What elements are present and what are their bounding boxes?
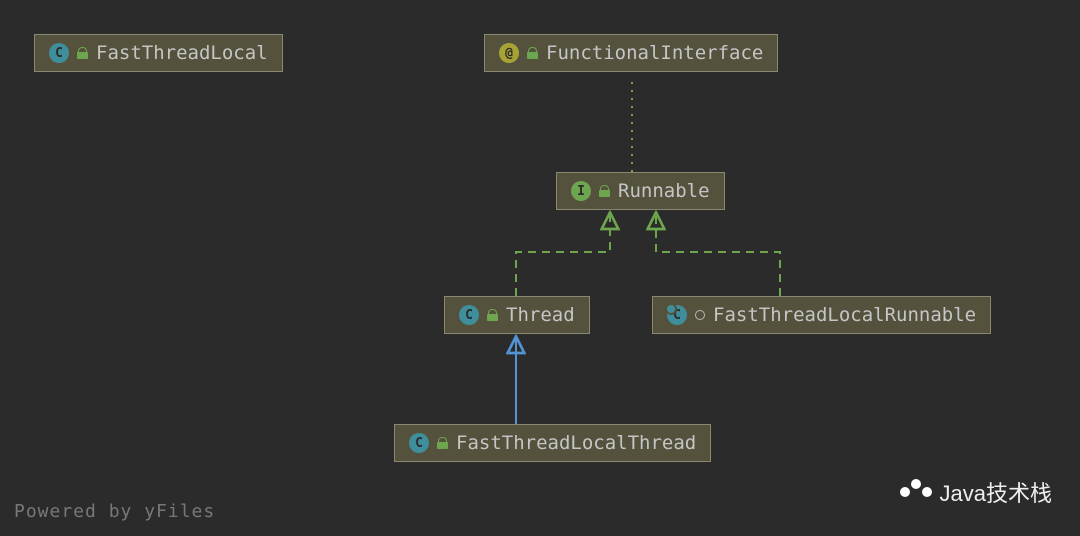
node-label: FastThreadLocalRunnable [713,306,976,325]
node-fastthreadlocalrunnable[interactable]: C FastThreadLocalRunnable [652,296,991,334]
node-fastthreadlocalthread[interactable]: C FastThreadLocalThread [394,424,711,462]
edge-ftlrunnable-runnable [656,214,780,296]
class-icon: C [409,433,429,453]
node-label: FunctionalInterface [546,44,763,63]
node-runnable[interactable]: I Runnable [556,172,725,210]
interface-icon: I [571,181,591,201]
class-icon: C [459,305,479,325]
node-thread[interactable]: C Thread [444,296,590,334]
lock-icon [77,47,88,59]
package-visibility-icon [695,310,705,320]
node-label: Thread [506,306,575,325]
lock-icon [487,309,498,321]
powered-by-label: Powered by yFiles [14,501,215,522]
annotation-icon: @ [499,43,519,63]
edge-thread-runnable [516,214,610,296]
final-class-icon: C [667,305,687,325]
node-label: FastThreadLocal [96,44,268,63]
lock-icon [527,47,538,59]
node-label: FastThreadLocalThread [456,434,696,453]
watermark: Java技术栈 [900,476,1052,508]
lock-icon [599,185,610,197]
diagram-canvas: C FastThreadLocal @ FunctionalInterface … [0,0,1080,536]
node-label: Runnable [618,182,710,201]
watermark-text: Java技术栈 [940,476,1052,508]
node-fastthreadlocal[interactable]: C FastThreadLocal [34,34,283,72]
class-icon: C [49,43,69,63]
node-functionalinterface[interactable]: @ FunctionalInterface [484,34,778,72]
lock-icon [437,437,448,449]
wechat-icon [900,479,932,505]
